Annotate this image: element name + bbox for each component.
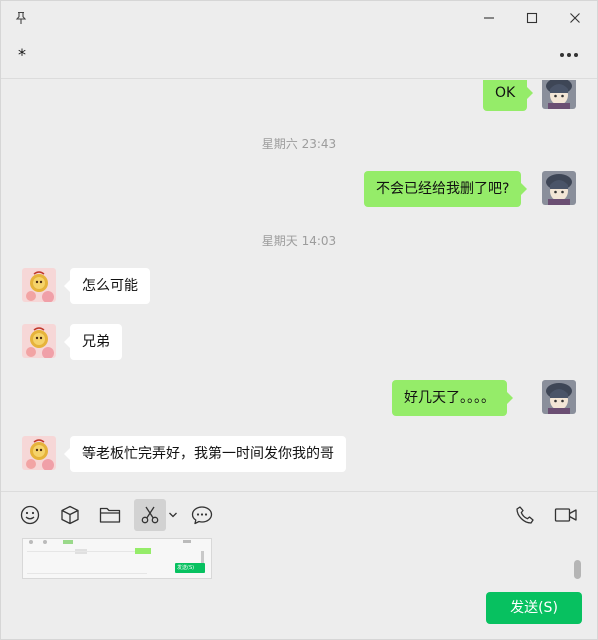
message-bubble-sent[interactable]: 好几天了。。。。 <box>392 380 513 416</box>
send-button[interactable]: 发送(S) <box>486 592 582 624</box>
message-bubble-received[interactable]: 兄弟 <box>64 324 122 360</box>
timestamp: 星期天 14:03 <box>261 234 337 248</box>
chevron-down-icon[interactable] <box>166 499 180 531</box>
avatar-self[interactable] <box>542 171 576 205</box>
message-bubble-sent[interactable]: 不会已经给我删了吧? <box>364 171 528 207</box>
message-bubble-sent[interactable]: OK <box>483 80 534 111</box>
chat-history-icon[interactable] <box>186 499 218 531</box>
avatar-self[interactable] <box>542 80 576 109</box>
folder-icon[interactable] <box>94 499 126 531</box>
avatar-contact[interactable] <box>22 268 56 302</box>
more-icon[interactable] <box>553 41 585 69</box>
message-bubble-received[interactable]: 等老板忙完弄好，我第一时间发你我的哥 <box>64 436 346 472</box>
timestamp: 星期六 23:43 <box>261 137 337 151</box>
message-bubble-received[interactable]: 怎么可能 <box>64 268 150 304</box>
composer-divider <box>1 491 597 492</box>
minimize-icon[interactable] <box>467 1 511 35</box>
composer-scrollbar[interactable] <box>574 560 581 579</box>
pin-icon[interactable] <box>1 1 41 35</box>
maximize-icon[interactable] <box>510 1 554 35</box>
scissors-icon[interactable] <box>134 499 166 531</box>
avatar-contact[interactable] <box>22 324 56 358</box>
emoji-icon[interactable] <box>14 499 46 531</box>
avatar-contact[interactable] <box>22 436 56 470</box>
pasted-screenshot-thumbnail[interactable]: 发送(S) <box>22 538 212 579</box>
chat-window: * OK 星期六 23:43 不会已经给我删了吧? 星期天 14:03 怎么可能… <box>0 0 598 640</box>
sticker-box-icon[interactable] <box>54 499 86 531</box>
video-icon[interactable] <box>550 499 582 531</box>
chat-title: * <box>18 45 26 64</box>
close-icon[interactable] <box>553 1 597 35</box>
chat-header: * <box>1 35 597 79</box>
phone-icon[interactable] <box>509 499 541 531</box>
thumbnail-send-button-label: 发送(S) <box>177 565 195 571</box>
avatar-self[interactable] <box>542 380 576 414</box>
title-bar <box>1 1 597 35</box>
message-list[interactable]: OK 星期六 23:43 不会已经给我删了吧? 星期天 14:03 怎么可能 兄… <box>1 80 597 491</box>
